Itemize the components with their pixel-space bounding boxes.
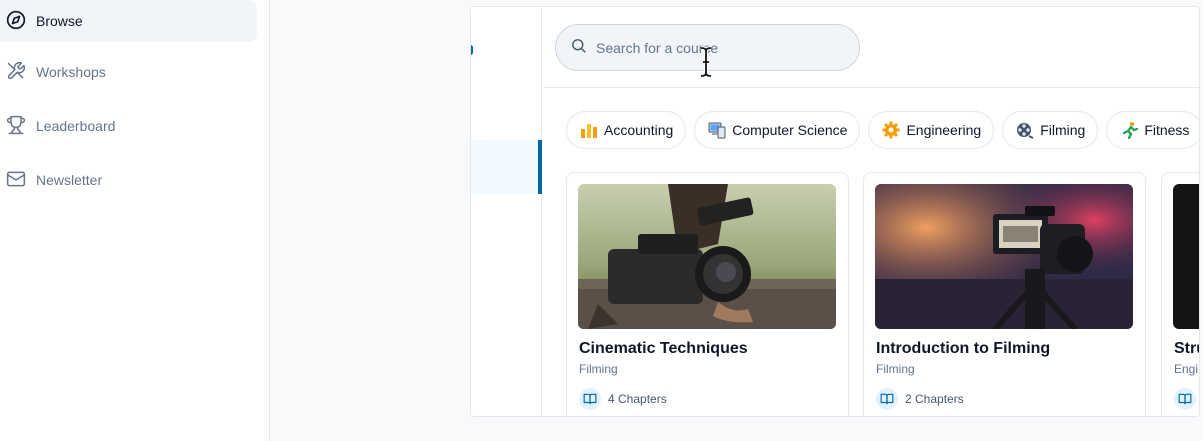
computer-icon [708,121,726,139]
inner-sidebar-indicator [471,45,473,55]
compass-icon [6,10,26,33]
chip-label: Computer Science [732,122,848,138]
course-chapters: 4 Chapters [579,388,667,410]
book-icon [876,388,898,410]
course-chapters: 2 Chapters [876,388,964,410]
sidebar-item-newsletter[interactable]: Newsletter [0,159,257,201]
course-card[interactable]: Cinematic Techniques Filming 4 Chapters [566,172,849,416]
book-icon [579,388,601,410]
chip-label: Filming [1040,122,1086,138]
bar-chart-icon [580,121,598,139]
embedded-app-frame: Accounting Computer Science Engineering … [470,6,1200,417]
course-title: Stru [1174,340,1199,357]
chip-label: Engineering [906,122,982,138]
search-input[interactable] [596,39,836,56]
course-card[interactable]: Introduction to Filming Filming 2 Chapte… [863,172,1146,416]
category-chips: Accounting Computer Science Engineering … [566,111,1199,149]
trophy-icon [6,115,26,138]
tools-icon [6,61,26,84]
category-chip-accounting[interactable]: Accounting [566,111,687,149]
course-thumbnail [578,184,836,329]
sidebar: Browse Workshops Leaderboard Newsletter [0,0,270,441]
chapters-count: 2 Chapters [905,392,964,406]
chip-label: Accounting [604,122,674,138]
gear-icon [882,121,900,139]
sidebar-item-label: Workshops [36,64,106,80]
runner-icon [1120,121,1139,139]
text-cursor-icon [700,46,712,78]
category-chip-engineering[interactable]: Engineering [868,111,995,149]
course-category: Engi [1174,362,1199,376]
category-chip-computer-science[interactable]: Computer Science [694,111,861,149]
sidebar-item-label: Browse [36,13,83,29]
inner-sidebar [471,7,542,416]
course-thumbnail [1173,184,1199,329]
sidebar-item-browse[interactable]: Browse [0,0,257,42]
course-title: Cinematic Techniques [579,340,748,357]
course-thumbnail [875,184,1133,329]
course-title: Introduction to Filming [876,340,1051,357]
chapters-count: 4 Chapters [608,392,667,406]
inner-sidebar-active-bar [538,140,542,194]
inner-sidebar-active-item[interactable] [471,140,542,194]
sidebar-item-leaderboard[interactable]: Leaderboard [0,105,257,147]
course-card[interactable]: Stru Engi [1161,172,1199,416]
search-icon [570,37,587,59]
mail-icon [6,169,26,192]
film-reel-icon [1016,121,1034,139]
sidebar-item-label: Leaderboard [36,118,116,134]
book-icon [1174,388,1196,410]
course-category: Filming [579,362,618,376]
course-category: Filming [876,362,915,376]
category-chip-filming[interactable]: Filming [1002,111,1099,149]
sidebar-item-label: Newsletter [36,172,103,188]
sidebar-item-workshops[interactable]: Workshops [0,51,257,93]
course-chapters [1174,388,1196,410]
chip-label: Fitness [1144,122,1190,138]
category-chip-fitness[interactable]: Fitness [1106,111,1199,149]
